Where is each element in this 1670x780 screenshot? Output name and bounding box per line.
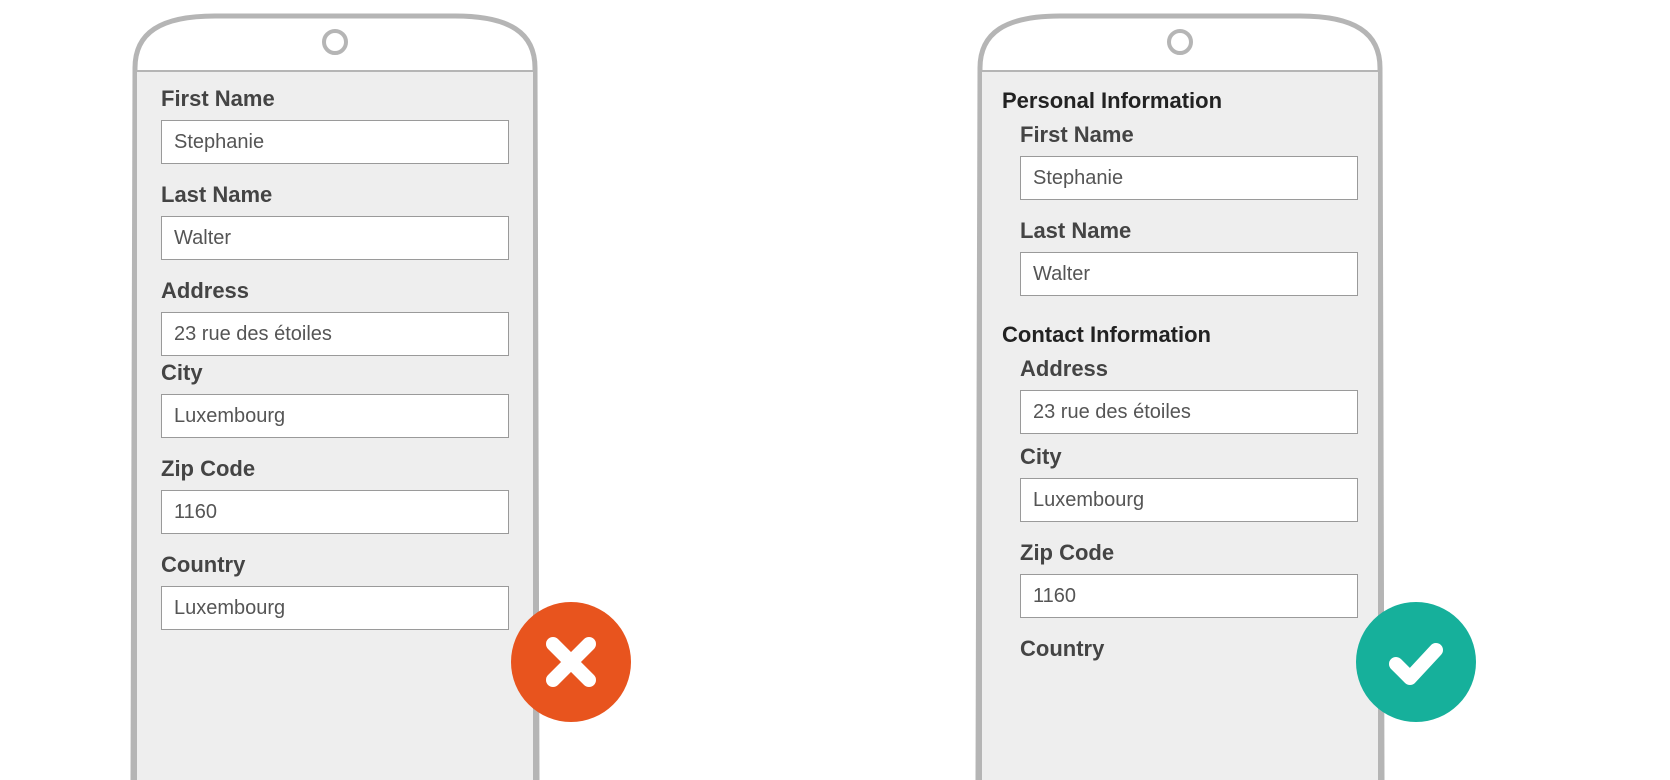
cross-icon xyxy=(539,630,603,694)
phone-screen: Personal Information First Name Last Nam… xyxy=(980,70,1380,780)
input-last-name[interactable] xyxy=(161,216,509,260)
input-city[interactable] xyxy=(1020,478,1358,522)
field-last-name: Last Name xyxy=(161,182,509,260)
section-heading-personal: Personal Information xyxy=(1002,88,1358,114)
field-country: Country xyxy=(161,552,509,630)
label-last-name: Last Name xyxy=(161,182,509,208)
input-address[interactable] xyxy=(1020,390,1358,434)
input-last-name[interactable] xyxy=(1020,252,1358,296)
label-first-name: First Name xyxy=(161,86,509,112)
input-zip[interactable] xyxy=(1020,574,1358,618)
label-country: Country xyxy=(161,552,509,578)
input-first-name[interactable] xyxy=(161,120,509,164)
status-badge-good xyxy=(1356,602,1476,722)
label-zip: Zip Code xyxy=(161,456,509,482)
section-heading-contact: Contact Information xyxy=(1002,322,1358,348)
label-zip: Zip Code xyxy=(1020,540,1358,566)
phone-screen: First Name Last Name Address City Zip Co xyxy=(135,70,535,780)
label-city: City xyxy=(1020,444,1358,470)
label-city: City xyxy=(161,360,509,386)
input-country[interactable] xyxy=(161,586,509,630)
field-first-name: First Name xyxy=(161,86,509,164)
status-badge-bad xyxy=(511,602,631,722)
label-country: Country xyxy=(1020,636,1358,662)
check-icon xyxy=(1384,630,1448,694)
label-address: Address xyxy=(161,278,509,304)
phone-mockup-bad: First Name Last Name Address City Zip Co xyxy=(95,8,575,780)
phone-mockup-good: Personal Information First Name Last Nam… xyxy=(940,8,1420,780)
field-first-name: First Name xyxy=(1020,122,1358,200)
field-address: Address xyxy=(161,278,509,356)
field-zip: Zip Code xyxy=(161,456,509,534)
input-zip[interactable] xyxy=(161,490,509,534)
input-first-name[interactable] xyxy=(1020,156,1358,200)
field-city: City xyxy=(161,360,509,438)
field-city: City xyxy=(1020,444,1358,522)
label-address: Address xyxy=(1020,356,1358,382)
label-last-name: Last Name xyxy=(1020,218,1358,244)
field-address: Address xyxy=(1020,356,1358,434)
input-address[interactable] xyxy=(161,312,509,356)
field-last-name: Last Name xyxy=(1020,218,1358,296)
input-city[interactable] xyxy=(161,394,509,438)
field-country: Country xyxy=(1020,636,1358,662)
comparison-diagram: First Name Last Name Address City Zip Co xyxy=(0,0,1670,780)
label-first-name: First Name xyxy=(1020,122,1358,148)
field-zip: Zip Code xyxy=(1020,540,1358,618)
